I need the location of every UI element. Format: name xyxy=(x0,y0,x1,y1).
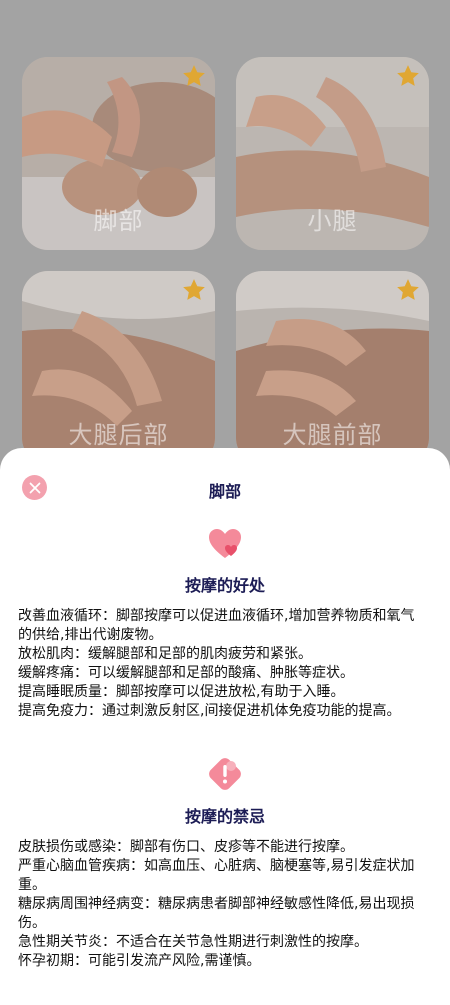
benefit-item: 提高免疫力：通过刺激反射区,间接促进机体免疫功能的提高。 xyxy=(18,703,401,719)
taboo-item: 严重心脑血管疾病：如高血压、心脏病、脑梗塞等,易引发症状加重。 xyxy=(18,858,415,893)
taboos-list: 皮肤损伤或感染：脚部有伤口、皮疹等不能进行按摩。 严重心脑血管疾病：如高血压、心… xyxy=(18,838,428,971)
benefits-list: 改善血液循环：脚部按摩可以促进血液循环,增加营养物质和氧气的供给,排出代谢废物。… xyxy=(18,607,428,721)
taboos-title: 按摩的禁忌 xyxy=(184,807,265,826)
taboo-item: 怀孕初期：可能引发流产风险,需谨慎。 xyxy=(18,953,261,969)
taboo-item: 糖尿病周围神经病变：糖尿病患者脚部神经敏感性降低,易出现损伤。 xyxy=(18,896,415,931)
benefit-item: 提高睡眠质量：脚部按摩可以促进放松,有助于入睡。 xyxy=(18,684,345,700)
benefit-item: 缓解疼痛：可以缓解腿部和足部的酸痛、肿胀等症状。 xyxy=(18,665,354,681)
taboo-item: 急性期关节炎：不适合在关节急性期进行刺激性的按摩。 xyxy=(18,934,368,950)
warning-icon xyxy=(209,758,241,790)
taboo-item: 皮肤损伤或感染：脚部有伤口、皮疹等不能进行按摩。 xyxy=(18,839,354,855)
sheet-title: 脚部 xyxy=(208,482,241,501)
heart-icon xyxy=(209,529,241,558)
benefit-item: 放松肌肉：缓解腿部和足部的肌肉疲劳和紧张。 xyxy=(18,646,312,662)
detail-bottom-sheet: 脚部 按摩的好处 改善血液循环：脚部按摩可以促进血液循环,增加营养物质和氧气的供… xyxy=(0,448,450,1005)
benefits-title: 按摩的好处 xyxy=(184,576,265,595)
benefit-item: 改善血液循环：脚部按摩可以促进血液循环,增加营养物质和氧气的供给,排出代谢废物。 xyxy=(18,608,415,643)
